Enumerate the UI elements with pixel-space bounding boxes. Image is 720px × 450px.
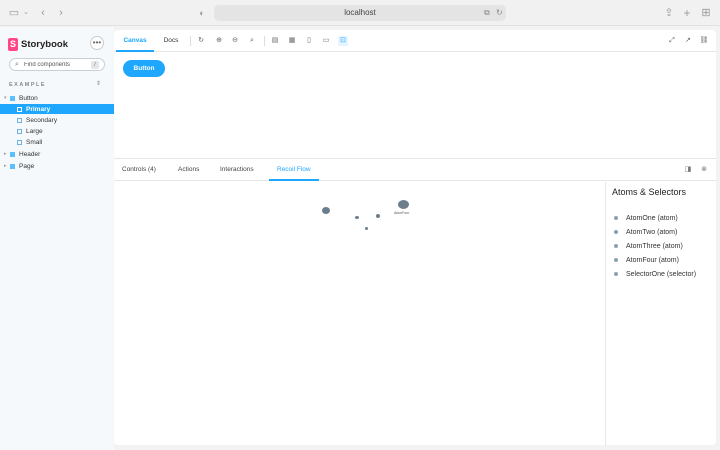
atoms-selectors-panel: Atoms & Selectors AtomOne (atom) AtomTwo… — [605, 182, 716, 446]
story-icon — [17, 117, 22, 123]
bullet-icon — [614, 272, 618, 276]
chevron-down-icon[interactable]: ⌄ — [22, 6, 30, 20]
atom-label: AtomOne (atom) — [626, 214, 678, 222]
atom-label: AtomThree (atom) — [626, 242, 683, 250]
atom-label: AtomFour (atom) — [626, 256, 679, 264]
browser-chrome: ▭ ⌄ ‹ › ◐ localhost ⧉ ↻ ⇪ + ⊞ — [0, 0, 720, 26]
graph-node[interactable] — [355, 216, 359, 219]
privacy-icon[interactable]: ◐ — [196, 6, 208, 20]
zoom-out-icon[interactable]: ⊖ — [230, 36, 240, 46]
toolbar-divider — [190, 36, 191, 46]
tree-item-header[interactable]: ▸ Header — [4, 149, 40, 159]
graph-node[interactable] — [376, 214, 380, 218]
outline-icon[interactable]: ⊡ — [338, 36, 348, 46]
tab-interactions[interactable]: Interactions — [220, 159, 254, 181]
component-icon — [10, 163, 15, 169]
recoil-graph: AtomFour — [114, 182, 604, 446]
brand-name: Storybook — [21, 38, 68, 50]
copy-link-icon[interactable]: ⛓ — [699, 36, 709, 46]
toolbar-divider — [264, 36, 265, 46]
panel-title: Atoms & Selectors — [612, 187, 687, 197]
sidebar — [0, 27, 114, 450]
tree-item-small[interactable]: Small — [17, 137, 42, 147]
menu-more-button[interactable]: ••• — [90, 36, 104, 50]
section-title: EXAMPLE — [9, 82, 47, 88]
atom-label: AtomTwo (atom) — [626, 228, 678, 236]
tab-canvas[interactable]: Canvas — [116, 30, 154, 52]
search-input[interactable] — [24, 60, 88, 70]
open-new-tab-icon[interactable]: ↗ — [683, 36, 693, 46]
tree-item-primary[interactable]: Primary — [0, 104, 114, 114]
share-icon[interactable]: ⇪ — [664, 6, 674, 20]
background-icon[interactable]: ▤ — [270, 36, 280, 46]
storybook-logo: S — [8, 37, 18, 51]
search-shortcut-key: / — [91, 61, 99, 69]
graph-node[interactable] — [398, 200, 409, 209]
remount-icon[interactable]: ↻ — [196, 36, 206, 46]
list-item[interactable]: AtomOne (atom) — [614, 213, 678, 223]
primary-story-button[interactable]: Button — [123, 60, 165, 77]
preview-toolbar: Canvas Docs ↻ ⊕ ⊖ ⌕ ▤ ▦ ▯ ▭ ⊡ ⤢ ↗ ⛓ — [114, 30, 716, 52]
close-panel-icon[interactable]: ⊗ — [699, 165, 709, 175]
search-field[interactable]: ⌕ / — [9, 58, 105, 71]
list-item[interactable]: AtomTwo (atom) — [614, 227, 677, 237]
tree-item-label: Small — [26, 138, 43, 146]
translate-icon[interactable]: ⧉ — [484, 7, 490, 19]
list-item[interactable]: AtomFour (atom) — [614, 255, 679, 265]
selector-label: SelectorOne (selector) — [626, 270, 697, 278]
tree-item-label: Large — [26, 127, 43, 135]
sidebar-toggle-icon[interactable]: ▭ — [8, 6, 20, 20]
tab-controls[interactable]: Controls (4) — [122, 159, 156, 181]
measure-icon[interactable]: ▭ — [321, 36, 331, 46]
graph-node-label: AtomFour — [394, 211, 410, 215]
new-tab-icon[interactable]: + — [682, 6, 692, 20]
tab-overview-icon[interactable]: ⊞ — [700, 6, 712, 20]
tree-item-secondary[interactable]: Secondary — [17, 115, 57, 125]
expand-collapse-icon[interactable]: ⇕ — [96, 80, 101, 87]
grid-icon[interactable]: ▦ — [287, 36, 297, 46]
graph-node[interactable] — [365, 227, 368, 230]
graph-node[interactable] — [322, 207, 330, 214]
zoom-reset-icon[interactable]: ⌕ — [247, 36, 257, 46]
component-icon — [10, 151, 15, 157]
bullet-icon — [614, 230, 618, 234]
panel-orientation-icon[interactable]: ◨ — [683, 165, 693, 175]
addon-tabs: Controls (4) Actions Interactions Recoil… — [114, 159, 716, 181]
tree-item-button[interactable]: ▾ Button — [4, 93, 38, 103]
tree-item-label: Primary — [26, 105, 51, 113]
story-icon — [17, 106, 22, 112]
list-item[interactable]: AtomThree (atom) — [614, 241, 683, 251]
fullscreen-icon[interactable]: ⤢ — [667, 36, 677, 46]
tree-item-large[interactable]: Large — [17, 126, 43, 136]
storybook-brand[interactable]: S Storybook — [8, 37, 68, 51]
zoom-in-icon[interactable]: ⊕ — [214, 36, 224, 46]
forward-icon[interactable]: › — [56, 6, 66, 20]
address-bar[interactable]: localhost ⧉ ↻ — [214, 5, 506, 21]
tree-item-label: Button — [19, 94, 38, 102]
url-text: localhost — [344, 8, 376, 17]
bullet-icon — [614, 244, 618, 248]
tab-actions[interactable]: Actions — [178, 159, 199, 181]
main-panel: Canvas Docs ↻ ⊕ ⊖ ⌕ ▤ ▦ ▯ ▭ ⊡ ⤢ ↗ ⛓ Butt… — [114, 30, 716, 446]
viewport-icon[interactable]: ▯ — [304, 36, 314, 46]
component-icon — [10, 95, 15, 101]
back-icon[interactable]: ‹ — [38, 6, 48, 20]
story-icon — [17, 128, 22, 134]
list-item[interactable]: SelectorOne (selector) — [614, 269, 696, 279]
tree-item-label: Page — [19, 162, 35, 170]
tree-item-label: Secondary — [26, 116, 58, 124]
bullet-icon — [614, 258, 618, 262]
search-icon: ⌕ — [15, 61, 19, 68]
tree-item-page[interactable]: ▸ Page — [4, 161, 34, 171]
addons-panel: Controls (4) Actions Interactions Recoil… — [114, 158, 716, 446]
tab-docs[interactable]: Docs — [158, 30, 184, 52]
tab-recoil-flow[interactable]: Recoil Flow — [269, 159, 319, 181]
bullet-icon — [614, 216, 618, 220]
tree-item-label: Header — [19, 150, 41, 158]
story-icon — [17, 139, 22, 145]
reload-icon[interactable]: ↻ — [496, 7, 503, 19]
